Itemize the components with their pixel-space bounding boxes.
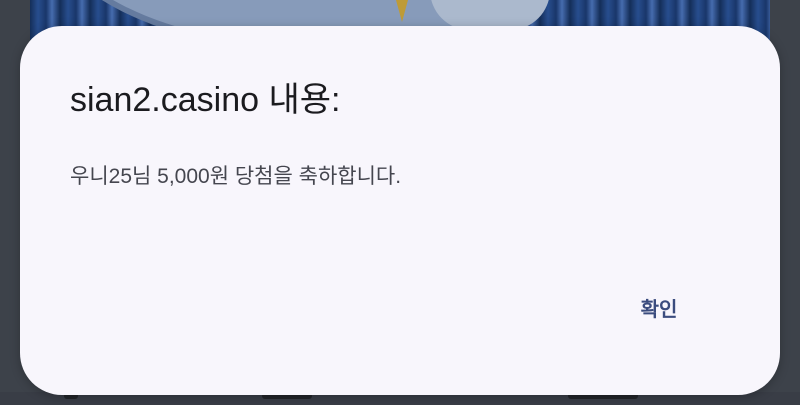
dialog-title: sian2.casino 내용: bbox=[70, 81, 341, 119]
ok-button[interactable]: 확인 bbox=[616, 288, 702, 332]
dialog-message: 우니25님 5,000원 당첨을 축하합니다. bbox=[70, 165, 402, 188]
alert-dialog: sian2.casino 내용: 우니25님 5,000원 당첨을 축하합니다.… bbox=[20, 26, 780, 395]
